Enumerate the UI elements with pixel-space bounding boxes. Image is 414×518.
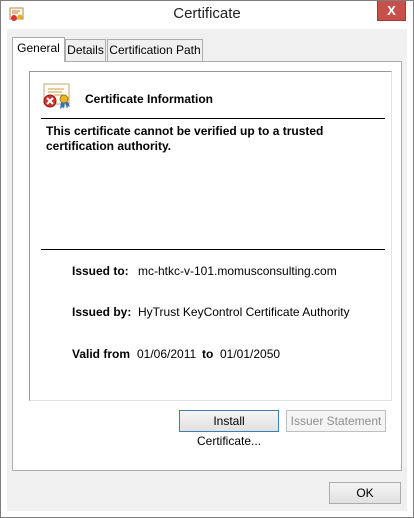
heading-divider <box>41 118 385 119</box>
valid-from-value: 01/06/2011 <box>137 347 197 361</box>
issuer-statement-button[interactable]: Issuer Statement <box>286 410 386 432</box>
certificate-info-frame: Certificate Information This certificate… <box>29 71 392 401</box>
issued-by-value: HyTrust KeyControl Certificate Authority <box>138 305 350 319</box>
install-certificate-button[interactable]: Install Certificate... <box>179 410 279 448</box>
ok-button[interactable]: OK <box>329 482 401 504</box>
trust-warning-line1: This certificate cannot be verified up t… <box>46 124 324 138</box>
valid-to-label: to <box>202 347 214 361</box>
trust-warning-line2: certification authority. <box>46 139 172 153</box>
trust-warning: This certificate cannot be verified up t… <box>46 124 376 154</box>
valid-from-label: Valid from <box>72 347 131 361</box>
window-title: Certificate <box>173 5 241 22</box>
valid-to-value: 01/01/2050 <box>220 347 281 361</box>
issued-by-label: Issued by: <box>72 305 132 319</box>
close-button[interactable]: X <box>377 1 406 21</box>
issued-to-value: mc-htkc-v-101.momusconsulting.com <box>138 264 337 278</box>
title-bar[interactable]: Certificate X <box>1 1 413 28</box>
certificate-info-heading: Certificate Information <box>85 92 214 106</box>
issued-to-label: Issued to: <box>72 264 129 278</box>
tab-general[interactable]: General <box>12 37 65 62</box>
fields-divider <box>41 249 385 250</box>
tab-details[interactable]: Details <box>65 39 106 61</box>
tab-certification-path[interactable]: Certification Path <box>107 39 203 61</box>
dialog-body: General Details Certification Path Certi… <box>7 29 407 511</box>
certificate-error-icon <box>43 83 70 109</box>
general-tab-panel: Certificate Information This certificate… <box>12 61 402 471</box>
certificate-window: Certificate X General Details Certificat… <box>0 0 414 518</box>
